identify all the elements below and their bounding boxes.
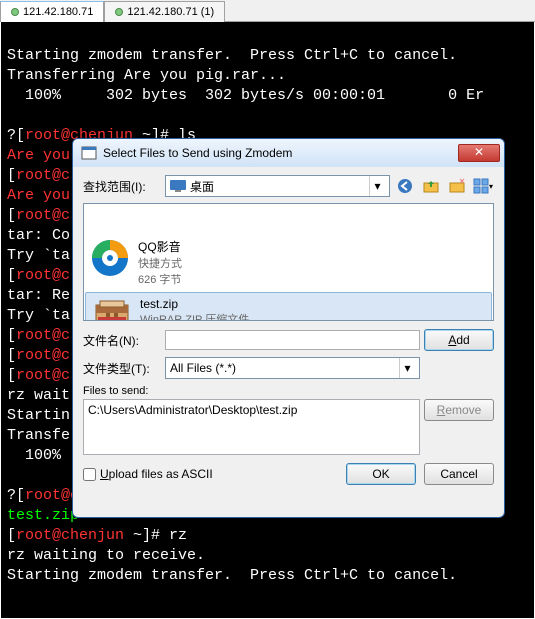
send-list-item[interactable]: C:\Users\Administrator\Desktop\test.zip: [88, 403, 415, 417]
file-name: QQ影音: [138, 238, 182, 255]
media-player-icon: [90, 238, 130, 278]
filetype-combo[interactable]: All Files (*.*) ▾: [165, 357, 420, 379]
up-button[interactable]: [420, 175, 442, 197]
filename-label: 文件名(N):: [83, 332, 161, 349]
files-to-send-list[interactable]: C:\Users\Administrator\Desktop\test.zip: [83, 399, 420, 455]
file-type: 快捷方式: [138, 255, 182, 271]
file-select-dialog: Select Files to Send using Zmodem ✕ 查找范围…: [72, 138, 505, 518]
add-button[interactable]: Add: [424, 329, 494, 351]
filetype-value: All Files (*.*): [170, 361, 236, 375]
file-type: WinRAR ZIP 压缩文件: [140, 311, 249, 321]
remove-button: Remove: [424, 399, 494, 421]
tab-label: 121.42.180.71 (1): [127, 6, 214, 18]
dialog-titlebar[interactable]: Select Files to Send using Zmodem ✕: [73, 139, 504, 167]
chevron-down-icon[interactable]: ▾: [399, 358, 415, 378]
close-button[interactable]: ✕: [458, 144, 500, 162]
new-folder-button[interactable]: [446, 175, 468, 197]
desktop-icon: [170, 180, 186, 192]
lookin-value: 桌面: [190, 178, 214, 195]
app-icon: [81, 145, 97, 161]
view-menu-button[interactable]: ▾: [472, 175, 494, 197]
file-list[interactable]: 110 KD QQ影音 快捷方式 626 字节 test.zip WinRAR …: [83, 203, 494, 321]
filetype-label: 文件类型(T):: [83, 360, 161, 377]
lookin-label: 查找范围(I):: [83, 178, 161, 195]
new-folder-icon: [449, 178, 465, 194]
back-icon: [397, 178, 413, 194]
filename-input[interactable]: [165, 330, 420, 350]
dialog-title: Select Files to Send using Zmodem: [103, 146, 458, 160]
tab-bar: 121.42.180.71 121.42.180.71 (1): [0, 0, 535, 22]
lookin-combo[interactable]: 桌面 ▾: [165, 175, 390, 197]
tab-label: 121.42.180.71: [23, 6, 93, 18]
back-button[interactable]: [394, 175, 416, 197]
view-icon: [473, 178, 489, 194]
list-item[interactable]: QQ影音 快捷方式 626 字节: [84, 234, 493, 291]
folder-up-icon: [423, 178, 439, 194]
upload-ascii-checkbox[interactable]: [83, 468, 96, 481]
tab-host-1[interactable]: 121.42.180.71: [0, 1, 104, 22]
upload-ascii-label: Upload files as ASCII: [100, 467, 213, 481]
cancel-button[interactable]: Cancel: [424, 463, 494, 485]
status-dot-icon: [115, 8, 123, 16]
list-item[interactable]: test.zip WinRAR ZIP 压缩文件 766 字节: [85, 292, 492, 321]
chevron-down-icon[interactable]: ▾: [369, 176, 385, 196]
ok-button[interactable]: OK: [346, 463, 416, 485]
file-name: test.zip: [140, 297, 249, 311]
file-size: 626 字节: [138, 271, 182, 287]
status-dot-icon: [11, 8, 19, 16]
tab-host-2[interactable]: 121.42.180.71 (1): [104, 1, 225, 22]
archive-icon: [92, 297, 132, 321]
files-to-send-label: Files to send:: [83, 385, 494, 397]
